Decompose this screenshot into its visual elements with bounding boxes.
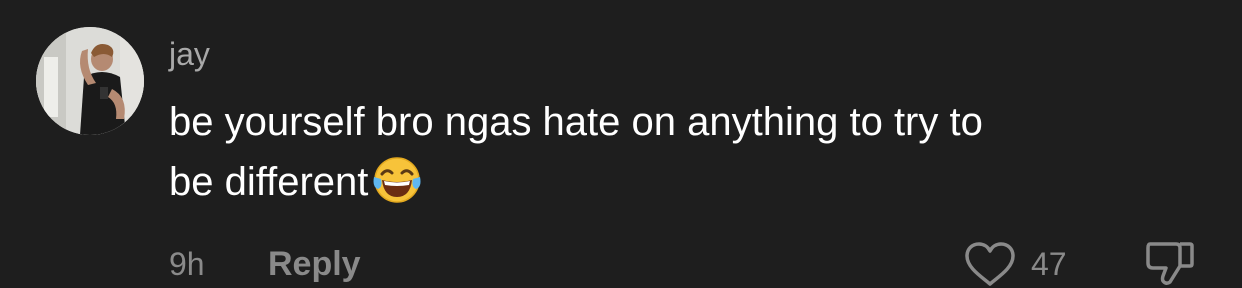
like-count: 47: [1031, 246, 1067, 282]
comment-text-line-2: be different: [169, 160, 369, 204]
dislike-button[interactable]: [1142, 238, 1198, 288]
thumbs-down-icon: [1146, 242, 1194, 286]
comment-timestamp: 9h: [169, 246, 205, 282]
comment-username[interactable]: jay: [169, 34, 210, 74]
avatar-photo: [36, 27, 144, 135]
reply-button[interactable]: Reply: [268, 242, 361, 286]
avatar[interactable]: [36, 27, 144, 135]
heart-icon: [965, 242, 1015, 286]
comment-text-line-1: be yourself bro ngas hate on anything to…: [169, 100, 983, 144]
face-with-tears-of-joy-icon: [370, 153, 424, 207]
comment-text: be yourself bro ngas hate on anything to…: [169, 92, 1179, 212]
like-button[interactable]: [962, 240, 1018, 288]
comment-item: jay be yourself bro ngas hate on anythin…: [0, 0, 1242, 286]
